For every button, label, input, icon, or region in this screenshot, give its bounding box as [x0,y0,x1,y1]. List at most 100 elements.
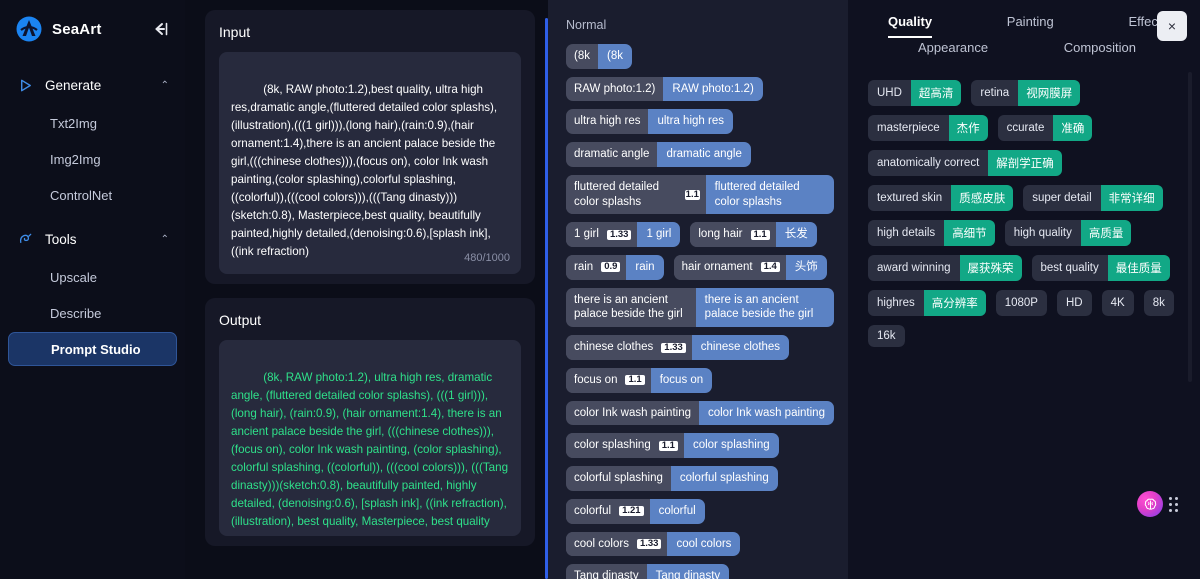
preset-tag-translation-label: 高细节 [944,220,995,246]
sidebar-item-controlnet[interactable]: ControlNet [8,178,177,212]
preset-tag-translation-label: 高分辨率 [923,290,986,316]
tag-en-label: fluttered detailed color splashs [566,174,685,215]
tag-en-section: long hair 1.1 [690,222,776,248]
normal-tag-chip[interactable]: cool colors 1.33 cool colors [566,531,741,557]
preset-tag-chip[interactable]: high details 高细节 [868,220,995,246]
tag-weight-badge[interactable]: 1.21 [619,506,644,517]
sidebar-item-prompt-studio[interactable]: Prompt Studio [8,332,177,366]
nav-group-tools[interactable]: Tools ⌃ [0,220,185,258]
normal-tag-chip[interactable]: Tang dinasty Tang dinasty [566,564,730,579]
preset-tag-chip[interactable]: 4K [1101,290,1134,316]
preset-tag-chip[interactable]: high quality 高质量 [1004,220,1132,246]
tag-en-section: color Ink wash painting [566,400,699,426]
preset-tag-chip[interactable]: award winning 屡获殊荣 [868,255,1022,281]
preset-tag-translation-label: 超高清 [910,80,962,106]
prompt-io-column: Input (8k, RAW photo:1.2),best quality, … [185,0,545,579]
tab-appearance[interactable]: Appearance [918,40,988,62]
drag-handle-icon[interactable] [1169,496,1178,512]
tag-weight-badge[interactable]: 0.9 [601,262,621,273]
preset-tag-chip[interactable]: UHD 超高清 [868,80,962,106]
brain-orb-icon[interactable] [1137,491,1163,517]
normal-tag-chip[interactable]: fluttered detailed color splashs 1.1 flutt… [566,174,834,215]
sidebar-item-upscale[interactable]: Upscale [8,260,177,294]
input-textarea[interactable]: (8k, RAW photo:1.2),best quality, ultra … [219,52,521,274]
tag-weight-badge[interactable]: 1.1 [625,375,645,386]
preset-tag-chip[interactable]: ccurate 准确 [997,115,1093,141]
tag-translation-label: 长发 [775,222,817,248]
preset-tag-chip[interactable]: super detail 非常详细 [1023,185,1163,211]
preset-tag-translation-label: 非常详细 [1100,185,1163,211]
nav-group-generate[interactable]: Generate ⌃ [0,66,185,104]
tag-en-label: cool colors [566,531,637,557]
tag-en-section: ultra high res [566,109,649,135]
chevron-up-icon[interactable]: ⌃ [161,80,169,91]
output-title: Output [219,312,262,328]
preset-tag-chip[interactable]: retina 视网膜屏 [971,80,1081,106]
preset-tag-chip[interactable]: best quality 最佳质量 [1031,255,1170,281]
normal-tag-chip[interactable]: colorful 1.21 colorful [566,498,705,524]
tab-composition[interactable]: Composition [1064,40,1136,62]
tab-painting[interactable]: Painting [1007,14,1054,38]
tag-en-section: colorful splashing [566,466,671,491]
tag-weight-badge[interactable]: 1.4 [760,262,780,273]
tag-weight-badge[interactable]: 1.33 [606,229,632,240]
normal-tag-chip[interactable]: colorful splashing colorful splashing [566,466,778,491]
preset-tag-chip[interactable]: highres 高分辨率 [868,290,986,316]
normal-tag-chip[interactable]: color splashing 1.1 color splashing [566,433,779,459]
normal-tag-chip[interactable]: hair ornament 1.4 头饰 [673,255,827,280]
normal-tag-chip[interactable]: there is an ancient palace beside the gi… [566,287,834,328]
normal-tag-chip[interactable]: 1 girl 1.33 1 girl [566,222,681,248]
tag-translation-label: color splashing [683,433,779,459]
sidebar-item-describe[interactable]: Describe [8,296,177,330]
preset-tag-chip[interactable]: 8k [1143,290,1174,316]
tag-weight-badge[interactable]: 1.1 [658,440,678,451]
tag-weight-badge[interactable]: 1.33 [661,342,686,353]
tag-weight-badge[interactable]: 1.1 [684,189,700,200]
preset-tag-en-label: high quality [1004,220,1081,246]
collapse-sidebar-icon[interactable] [151,22,169,36]
output-textarea[interactable]: (8k, RAW photo:1.2), ultra high res, dra… [219,340,521,536]
normal-tags-panel: Normal (8k (8k RAW photo:1.2) RAW photo:1.2… [548,0,848,579]
preset-tag-list: UHD 超高清 retina 视网膜屏 masterpiece 杰作 ccurate 准确 an… [868,80,1176,347]
preset-tag-chip[interactable]: masterpiece 杰作 [868,115,988,141]
normal-tag-chip[interactable]: ultra high res ultra high res [566,109,733,135]
preset-tag-chip[interactable]: 16k [868,325,905,347]
preset-tag-chip[interactable]: HD [1056,290,1092,316]
tag-weight-badge[interactable]: 1.1 [750,229,770,240]
preset-panel-scrollbar[interactable] [1188,72,1192,382]
tab-quality[interactable]: Quality [888,14,933,38]
tag-en-section: color splashing 1.1 [566,433,684,459]
normal-tag-chip[interactable]: chinese clothes 1.33 chinese clothes [566,335,790,360]
preset-tag-en-label: highres [868,290,924,316]
ai-assistant-fab[interactable] [1137,491,1178,517]
close-button[interactable]: × [1157,11,1187,41]
preset-tag-en-label: super detail [1023,185,1101,211]
tag-en-label: hair ornament [673,255,761,280]
tag-translation-label: color Ink wash painting [698,400,834,426]
tag-weight-badge[interactable]: 1.33 [636,538,662,549]
normal-tag-chip[interactable]: (8k (8k [566,44,632,69]
normal-tag-chip[interactable]: color Ink wash painting color Ink wash pa… [566,400,834,426]
preset-tag-en-label: retina [971,80,1019,106]
play-triangle-icon [16,76,34,94]
normal-tag-chip[interactable]: dramatic angle dramatic angle [566,142,751,167]
preset-tag-en-label: ccurate [997,115,1054,141]
output-text: (8k, RAW photo:1.2), ultra high res, dra… [231,370,512,528]
sidebar-item-img2img[interactable]: Img2Img [8,142,177,176]
tag-en-label: dramatic angle [566,142,658,167]
input-text: (8k, RAW photo:1.2),best quality, ultra … [231,82,501,258]
sidebar-nav: Generate ⌃ Txt2Img Img2Img ControlNet To… [0,66,185,366]
normal-tag-chip[interactable]: RAW photo:1.2) RAW photo:1.2) [566,76,763,102]
chevron-up-icon[interactable]: ⌃ [161,234,169,245]
normal-tag-chip[interactable]: focus on 1.1 focus on [566,367,713,393]
brand-name: SeaArt [52,20,102,38]
normal-tag-chip[interactable]: rain 0.9 rain [566,255,664,280]
tag-en-label: color splashing [566,433,659,459]
preset-tag-chip[interactable]: anatomically correct 解剖学正确 [868,150,1062,176]
preset-tag-chip[interactable]: 1080P [995,290,1047,316]
normal-tag-chip[interactable]: long hair 1.1 长发 [690,222,817,248]
preset-tag-translation-label: 最佳质量 [1107,255,1170,281]
preset-tag-chip[interactable]: textured skin 质感皮肤 [868,185,1014,211]
tag-en-label: ultra high res [566,109,649,135]
sidebar-item-txt2img[interactable]: Txt2Img [8,106,177,140]
